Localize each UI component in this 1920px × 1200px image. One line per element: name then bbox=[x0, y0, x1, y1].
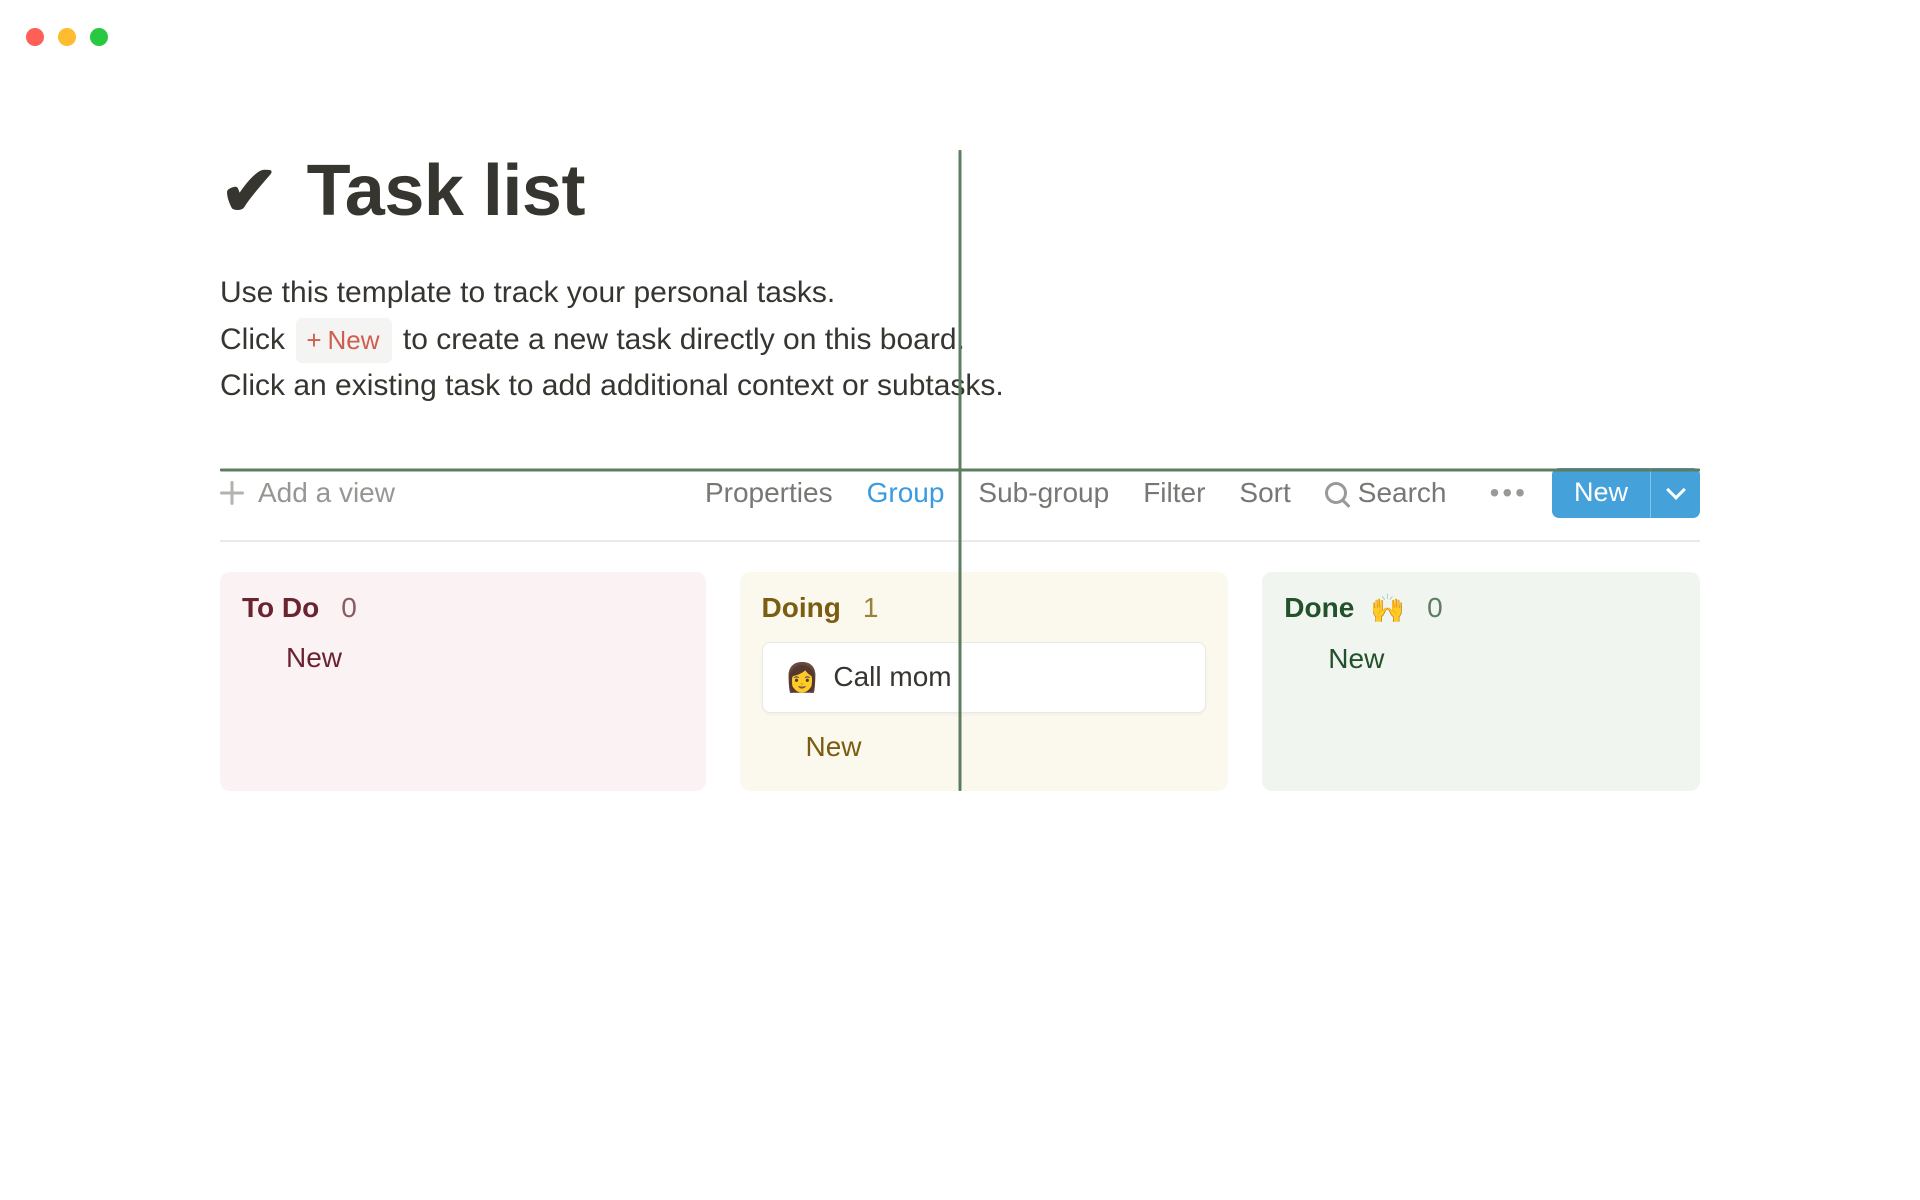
page-content: ✔ Task list Use this template to track y… bbox=[220, 150, 1700, 791]
filter-button[interactable]: Filter bbox=[1143, 477, 1205, 509]
new-button-dropdown[interactable] bbox=[1650, 468, 1700, 518]
column-doing: Doing 1 👩 Call mom New bbox=[740, 572, 1229, 791]
kanban-board: To Do 0 New Doing 1 👩 Call mom New bbox=[220, 572, 1700, 791]
plus-icon bbox=[766, 736, 788, 758]
chevron-down-icon bbox=[1666, 480, 1686, 500]
column-count: 0 bbox=[341, 592, 357, 624]
maximize-window-icon[interactable] bbox=[90, 28, 108, 46]
add-card-todo[interactable]: New bbox=[242, 642, 684, 674]
close-window-icon[interactable] bbox=[26, 28, 44, 46]
search-button[interactable]: Search bbox=[1325, 477, 1447, 509]
plus-icon: + bbox=[306, 320, 321, 360]
task-card[interactable]: 👩 Call mom bbox=[762, 642, 1207, 713]
column-done: Done 🙌 0 New bbox=[1262, 572, 1700, 791]
plus-icon bbox=[220, 481, 244, 505]
task-card-title: Call mom bbox=[833, 661, 951, 693]
add-view-label: Add a view bbox=[258, 477, 395, 509]
plus-icon bbox=[1288, 648, 1310, 670]
page-title: Task list bbox=[307, 150, 585, 232]
sort-button[interactable]: Sort bbox=[1239, 477, 1290, 509]
column-title: Doing bbox=[762, 592, 841, 624]
inline-new-label: New bbox=[328, 320, 380, 360]
column-header-todo[interactable]: To Do 0 bbox=[242, 592, 684, 624]
subgroup-button[interactable]: Sub-group bbox=[978, 477, 1109, 509]
search-icon bbox=[1325, 482, 1347, 504]
more-options-button[interactable]: ••• bbox=[1490, 477, 1528, 509]
column-title: To Do bbox=[242, 592, 319, 624]
add-card-label: New bbox=[806, 731, 862, 763]
add-card-doing[interactable]: New bbox=[762, 731, 1207, 763]
hands-emoji-icon: 🙌 bbox=[1370, 592, 1405, 625]
minimize-window-icon[interactable] bbox=[58, 28, 76, 46]
column-count: 1 bbox=[863, 592, 879, 624]
add-view-button[interactable]: Add a view bbox=[220, 477, 395, 509]
column-header-done[interactable]: Done 🙌 0 bbox=[1284, 592, 1678, 625]
column-todo: To Do 0 New bbox=[220, 572, 706, 791]
add-card-label: New bbox=[286, 642, 342, 674]
column-count: 0 bbox=[1427, 592, 1443, 624]
add-card-label: New bbox=[1328, 643, 1384, 675]
group-button[interactable]: Group bbox=[867, 477, 945, 509]
search-label: Search bbox=[1358, 477, 1447, 509]
new-button[interactable]: New bbox=[1552, 468, 1700, 518]
window-controls bbox=[26, 28, 108, 46]
checkmark-icon: ✔ bbox=[220, 156, 279, 226]
column-header-doing[interactable]: Doing 1 bbox=[762, 592, 1207, 624]
new-button-label[interactable]: New bbox=[1552, 468, 1650, 518]
add-card-done[interactable]: New bbox=[1284, 643, 1678, 675]
inline-new-badge: + New bbox=[296, 318, 391, 363]
woman-emoji-icon: 👩 bbox=[785, 661, 820, 694]
desc-text: Click bbox=[220, 323, 293, 356]
column-title: Done bbox=[1284, 592, 1354, 624]
properties-button[interactable]: Properties bbox=[705, 477, 833, 509]
desc-text: to create a new task directly on this bo… bbox=[403, 323, 965, 356]
plus-icon bbox=[246, 647, 268, 669]
